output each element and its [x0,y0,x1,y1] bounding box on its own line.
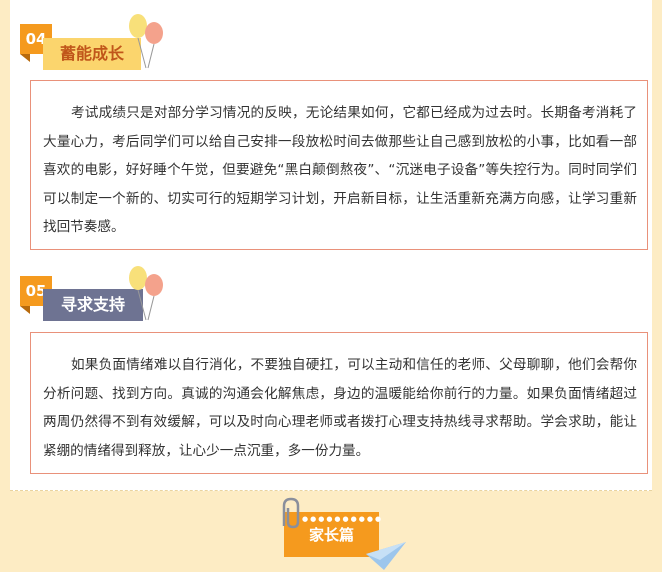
paper-plane-icon [366,542,406,570]
balloons-icon [129,266,163,321]
dot-row-decoration: ●●●●●●●●●● [302,515,384,523]
article-card: 04 蓄能成长 考试成绩只是对部分学习情况的反映，无论结果如何，它都已经成为过去… [10,0,652,491]
paperclip-icon [282,497,300,529]
section-body: 考试成绩只是对部分学习情况的反映，无论结果如何，它都已经成为过去时。长期备考消耗… [30,80,648,250]
section-title: 寻求支持 [60,295,125,314]
section-title: 蓄能成长 [59,44,124,63]
balloons-icon [129,14,163,69]
section-body: 如果负面情绪难以自行消化，不要独自硬扛，可以主动和信任的老师、父母聊聊，他们会帮… [30,332,648,474]
